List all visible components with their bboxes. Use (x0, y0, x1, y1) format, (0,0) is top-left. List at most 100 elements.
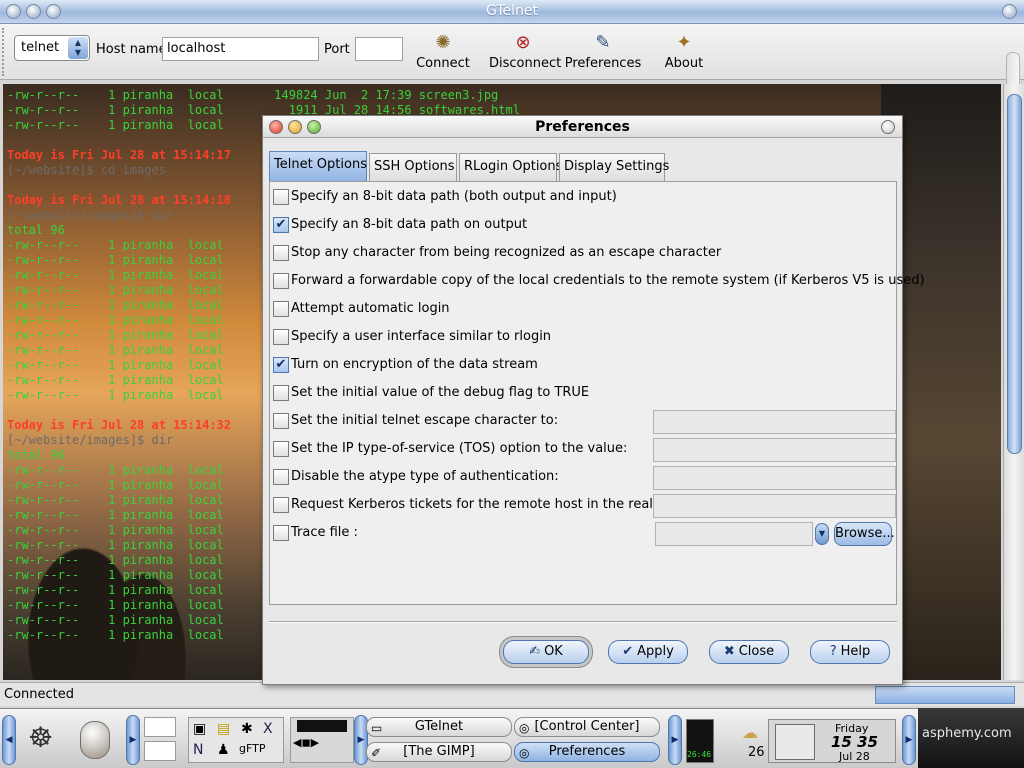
preferences-button[interactable]: ✎ Preferences (564, 30, 642, 71)
chevron-down-icon[interactable]: ▼ (815, 523, 829, 545)
dialog-minimize-icon[interactable] (288, 120, 302, 134)
option-row[interactable]: Request Kerberos tickets for the remote … (270, 493, 896, 518)
tab-telnet-options[interactable]: Telnet Options (269, 151, 367, 182)
option-checkbox[interactable] (273, 469, 289, 485)
connect-button[interactable]: ✺ Connect (414, 30, 472, 71)
gnome-foot-icon[interactable]: ☸ (28, 721, 53, 754)
option-checkbox[interactable] (273, 525, 289, 541)
atype-input[interactable] (653, 466, 896, 490)
ftp-launcher-icon[interactable]: gFTP (239, 742, 265, 755)
taskbar-arrow-3[interactable]: ▶ (668, 715, 682, 765)
option-row[interactable]: Set the IP type-of-service (TOS) option … (270, 437, 896, 462)
option-row[interactable]: Disable the atype type of authentication… (270, 465, 896, 490)
control-center-task-icon: ◎ (519, 721, 530, 735)
ok-button[interactable]: ✍ OK (503, 640, 589, 664)
mouse-icon[interactable] (80, 721, 110, 759)
option-checkbox[interactable] (273, 413, 289, 429)
option-row[interactable]: Stop any character from being recognized… (270, 241, 890, 265)
port-input[interactable] (355, 37, 403, 61)
settings-launcher-icon[interactable]: ✱ (241, 721, 253, 737)
tos-value-input[interactable] (653, 438, 896, 462)
task-control-center[interactable]: ◎ [Control Center] (514, 717, 660, 737)
dialog-separator (269, 621, 897, 623)
task-gtelnet[interactable]: ▭ GTelnet (366, 717, 512, 737)
option-row[interactable]: Attempt automatic login (270, 297, 890, 321)
protocol-spin-icon[interactable]: ▲ ▼ (68, 37, 88, 59)
option-checkbox[interactable] (273, 385, 289, 401)
task-gimp[interactable]: ✐ [The GIMP] (366, 742, 512, 762)
kerberos-realm-input[interactable] (653, 494, 896, 518)
media-player[interactable]: ◀◼▶ (290, 717, 354, 763)
option-row[interactable]: Forward a forwardable copy of the local … (270, 269, 925, 293)
dialog-maximize-icon[interactable] (307, 120, 321, 134)
task-label: [The GIMP] (403, 744, 475, 759)
about-label: About (664, 56, 704, 71)
option-checkbox[interactable] (273, 441, 289, 457)
task-preferences[interactable]: ◎ Preferences (514, 742, 660, 762)
disconnect-button[interactable]: ⊗ Disconnect (489, 30, 561, 71)
gimp-task-icon: ✐ (371, 746, 382, 760)
option-checkbox[interactable] (273, 189, 289, 205)
host-label: Host name (96, 42, 167, 57)
notes-launcher-icon[interactable]: ▤ (217, 721, 230, 737)
option-label: Request Kerberos tickets for the remote … (291, 497, 670, 512)
penguin-launcher-icon[interactable]: ♟ (217, 742, 230, 758)
dialog-titlebar[interactable]: Preferences (263, 116, 902, 138)
option-label: Trace file : (291, 525, 358, 540)
netscape-launcher-icon[interactable]: N (193, 742, 203, 758)
terminal-launcher-icon[interactable]: ▣ (193, 721, 206, 737)
launcher-icons[interactable]: ▣ ▤ ✱ X N ♟ gFTP (188, 717, 284, 763)
option-row[interactable]: Set the initial telnet escape character … (270, 409, 896, 434)
close-button[interactable]: ✖ Close (709, 640, 789, 664)
preferences-icon: ✎ (595, 32, 611, 53)
option-checkbox[interactable] (273, 273, 289, 289)
taskbar-arrow[interactable]: ▶ (126, 715, 140, 765)
option-row[interactable]: Trace file : ▼ Browse... (270, 521, 895, 546)
apply-button[interactable]: ✔ Apply (608, 640, 688, 664)
option-label: Specify an 8-bit data path (both output … (291, 189, 617, 204)
window-shade-button[interactable] (1002, 4, 1017, 19)
media-controls-icon[interactable]: ◀◼▶ (293, 736, 319, 749)
pager-workspace-1[interactable] (144, 717, 176, 737)
dialog-close-icon[interactable] (269, 120, 283, 134)
telnet-options-panel: Specify an 8-bit data path (both output … (269, 181, 925, 605)
window-titlebar[interactable]: GTelnet (0, 0, 1024, 24)
tab-rlogin-options[interactable]: RLogin Options (459, 153, 562, 181)
option-checkbox[interactable] (273, 329, 289, 345)
tab-display-settings[interactable]: Display Settings (559, 153, 669, 181)
taskbar-right-arrow[interactable]: ▶ (902, 715, 916, 765)
host-input[interactable]: localhost (162, 37, 319, 61)
about-button[interactable]: ✦ About (662, 30, 706, 71)
tab-ssh-options[interactable]: SSH Options (369, 153, 457, 181)
preferences-label: Preferences (564, 56, 642, 71)
dialog-shade-icon[interactable] (881, 120, 895, 134)
protocol-value: telnet (21, 40, 60, 55)
pager-workspace-2[interactable] (144, 741, 176, 761)
option-checkbox[interactable] (273, 497, 289, 513)
terminal-scrollbar[interactable] (1003, 84, 1024, 680)
help-button[interactable]: ? Help (810, 640, 890, 664)
option-checkbox[interactable] (273, 245, 289, 261)
option-label: Set the initial telnet escape character … (291, 413, 559, 428)
option-row[interactable]: Set the initial value of the debug flag … (270, 381, 890, 405)
close-icon: ✖ (723, 644, 735, 659)
taskbar-left-arrow[interactable]: ◀ (2, 715, 16, 765)
toolbar-grip[interactable] (2, 28, 9, 76)
option-checkbox[interactable] (273, 301, 289, 317)
browse-button[interactable]: Browse... (834, 522, 895, 546)
load-text: 26:46 (687, 750, 712, 759)
option-row[interactable]: ✔ Turn on encryption of the data stream (270, 353, 890, 377)
protocol-select[interactable]: telnet ▲ ▼ (14, 35, 90, 61)
scrollbar-thumb[interactable] (1007, 94, 1022, 454)
xterm-launcher-icon[interactable]: X (263, 721, 273, 737)
trace-file-input[interactable] (655, 522, 813, 546)
clock-applet[interactable]: Friday 15 35 Jul 28 (768, 719, 896, 763)
media-display (297, 720, 347, 732)
option-row[interactable]: ✔ Specify an 8-bit data path on output (270, 213, 890, 237)
option-checkbox[interactable]: ✔ (273, 357, 289, 373)
option-row[interactable]: Specify an 8-bit data path (both output … (270, 185, 890, 209)
option-checkbox[interactable]: ✔ (273, 217, 289, 233)
option-label: Disable the atype type of authentication… (291, 469, 559, 484)
escape-character-input[interactable] (653, 410, 896, 434)
option-row[interactable]: Specify a user interface similar to rlog… (270, 325, 890, 349)
